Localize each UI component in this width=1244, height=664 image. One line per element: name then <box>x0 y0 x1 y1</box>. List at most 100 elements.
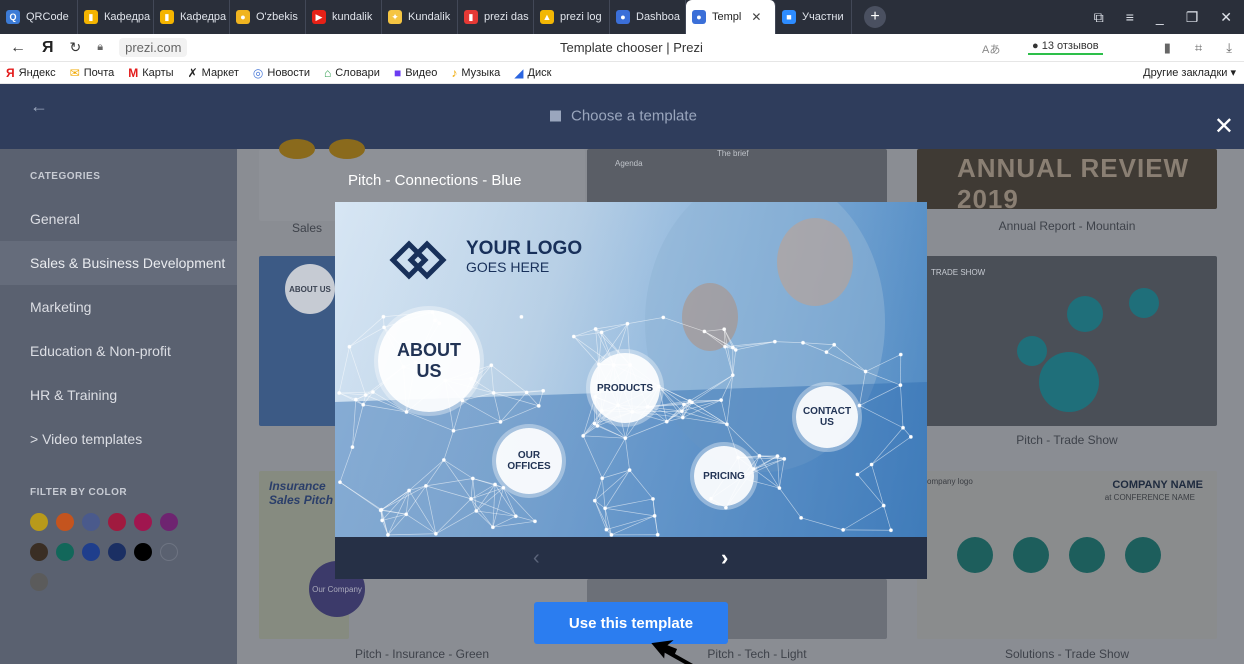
browser-tab[interactable]: ▶ kundalik <box>306 0 382 34</box>
mouse-pointer-icon <box>651 640 693 664</box>
download-icon[interactable]: ⤓ <box>1226 40 1232 56</box>
trade-show-text: TRADE SHOW <box>931 268 986 277</box>
color-filter-swatch[interactable] <box>108 513 126 531</box>
app-header: ← Choose a template ✕ <box>0 84 1244 149</box>
close-tab-icon[interactable]: ✕ <box>751 10 761 24</box>
protect-icon[interactable]: ⌗ <box>1195 40 1202 56</box>
color-filter-swatch[interactable] <box>134 543 152 561</box>
bookmark-label: Музыка <box>461 66 501 79</box>
bookmark-icon: Я <box>6 65 15 80</box>
collections-icon[interactable]: ⧉ <box>1094 9 1104 26</box>
logo-mark-icon <box>389 240 447 280</box>
decor-circle <box>1039 352 1099 412</box>
tab-favicon-icon: ▲ <box>540 10 554 24</box>
color-filter-swatch[interactable] <box>82 543 100 561</box>
sidebar-category-item[interactable]: Education & Non-profit <box>0 329 237 373</box>
decor-circle <box>1069 537 1105 573</box>
tab-favicon-icon: ▮ <box>464 10 478 24</box>
reviews-badge[interactable]: ● 13 отзывов <box>1028 40 1103 55</box>
bookmark-item[interactable]: ◢ Диск <box>514 66 551 80</box>
other-bookmarks[interactable]: Другие закладки ▾ <box>1143 66 1236 79</box>
template-caption: Pitch - Trade Show <box>1016 433 1118 447</box>
new-tab-icon[interactable]: + <box>864 6 886 28</box>
sidebar-category-item[interactable]: HR & Training <box>0 373 237 417</box>
bookmarks-bar: Я Яндекс ✉ Почта M Карты ✗ Маркет ◎ Новости ⌂ Слова… <box>0 62 1244 84</box>
tab-label: O'zbekis <box>256 11 298 23</box>
tab-favicon-icon: ▮ <box>84 10 98 24</box>
yandex-icon[interactable]: Я <box>42 39 54 57</box>
page-title: Template chooser | Prezi <box>560 40 703 55</box>
color-filter-swatch[interactable] <box>30 543 48 561</box>
template-card-annual-report[interactable]: ANNUAL REVIEW 2019 <box>917 149 1217 214</box>
bookmark-icon[interactable]: ▮ <box>1164 40 1171 56</box>
logo-line1: YOUR LOGO <box>466 238 583 259</box>
color-filter-swatch[interactable] <box>30 513 48 531</box>
tab-favicon-icon: ▮ <box>160 10 174 24</box>
next-slide-chevron-icon[interactable]: › <box>721 545 728 571</box>
browser-tab[interactable]: ● Templ ✕ <box>686 0 776 34</box>
color-filter-swatch[interactable] <box>134 513 152 531</box>
sidebar-category-item[interactable]: Sales & Business Development <box>0 241 237 285</box>
color-filter-swatch[interactable] <box>56 513 74 531</box>
previous-slide-chevron-icon[interactable]: ‹ <box>533 547 540 570</box>
bookmark-item[interactable]: ⌂ Словари <box>324 66 380 80</box>
color-filter-swatch[interactable] <box>82 513 100 531</box>
bookmark-item[interactable]: ✉ Почта <box>70 66 115 80</box>
sidebar-category-item[interactable]: > Video templates <box>0 417 237 461</box>
url-field[interactable]: prezi.com <box>119 38 188 57</box>
brief-text: The brief <box>717 149 749 158</box>
tab-label: QRCode <box>26 11 69 23</box>
browser-tab[interactable]: ▮ Кафедра <box>154 0 230 34</box>
browser-tab[interactable]: ▲ prezi log <box>534 0 610 34</box>
decor-circle <box>1017 336 1047 366</box>
close-icon[interactable]: ✕ <box>1214 112 1234 141</box>
browser-tab[interactable]: ● Dashboa <box>610 0 686 34</box>
bookmark-item[interactable]: ✗ Маркет <box>188 66 239 80</box>
logo-text: YOUR LOGO GOES HERE <box>466 238 583 276</box>
browser-tab[interactable]: ■ Участни <box>776 0 852 34</box>
browser-tab[interactable]: ✦ Kundalik <box>382 0 458 34</box>
company-name-text: COMPANY NAME <box>1112 479 1203 491</box>
menu-icon[interactable]: ≡ <box>1126 9 1134 26</box>
logo-line2: GOES HERE <box>466 259 550 275</box>
color-filter-swatch[interactable] <box>160 543 178 561</box>
bookmark-item[interactable]: ■ Видео <box>394 66 437 80</box>
browser-tab[interactable]: ● O'zbekis <box>230 0 306 34</box>
bookmark-label: Словари <box>335 66 380 79</box>
bookmark-item[interactable]: M Карты <box>128 66 173 80</box>
minimize-icon[interactable]: _ <box>1156 9 1164 26</box>
color-filter-swatch[interactable] <box>160 513 178 531</box>
tab-label: prezi das <box>484 11 529 23</box>
bookmark-item[interactable]: ◎ Новости <box>253 66 310 80</box>
color-filter-swatch[interactable] <box>108 543 126 561</box>
color-filter-swatch[interactable] <box>56 543 74 561</box>
about-us-bubble-small: ABOUT US <box>285 264 335 314</box>
template-card-trade-show[interactable]: TRADE SHOW <box>917 256 1217 426</box>
translate-icon[interactable]: Aあ <box>982 41 1000 57</box>
tab-label: Templ <box>712 11 742 23</box>
browser-tab[interactable]: Q QRCode <box>0 0 78 34</box>
reviews-label: 13 отзывов <box>1041 40 1099 52</box>
agenda-text: Agenda <box>615 159 643 168</box>
color-filter-swatch[interactable] <box>30 573 48 591</box>
tab-favicon-icon: ■ <box>782 10 796 24</box>
bookmark-item[interactable]: Я Яндекс <box>6 66 56 80</box>
back-arrow-icon[interactable]: ← <box>10 39 26 57</box>
bookmark-icon: ◢ <box>514 65 524 80</box>
back-arrow-icon[interactable]: ← <box>30 96 48 117</box>
close-window-icon[interactable]: ✕ <box>1220 9 1232 26</box>
reload-icon[interactable]: ↻ <box>70 39 82 56</box>
sidebar-category-item[interactable]: General <box>0 197 237 241</box>
browser-tab[interactable]: ▮ Кафедра <box>78 0 154 34</box>
decor-circle <box>1129 288 1159 318</box>
template-card-solutions[interactable]: company logo COMPANY NAME at CONFERENCE … <box>917 471 1217 639</box>
bookmark-item[interactable]: ♪ Музыка <box>451 66 500 80</box>
sidebar-category-item[interactable]: Marketing <box>0 285 237 329</box>
bookmark-label: Маркет <box>201 66 239 79</box>
restore-icon[interactable]: ❐ <box>1186 9 1199 26</box>
decor-circle <box>1013 537 1049 573</box>
browser-tab[interactable]: ▮ prezi das <box>458 0 534 34</box>
template-caption: Pitch - Insurance - Green <box>354 647 490 661</box>
tab-label: prezi log <box>560 11 602 23</box>
bookmark-label: Видео <box>405 66 438 79</box>
